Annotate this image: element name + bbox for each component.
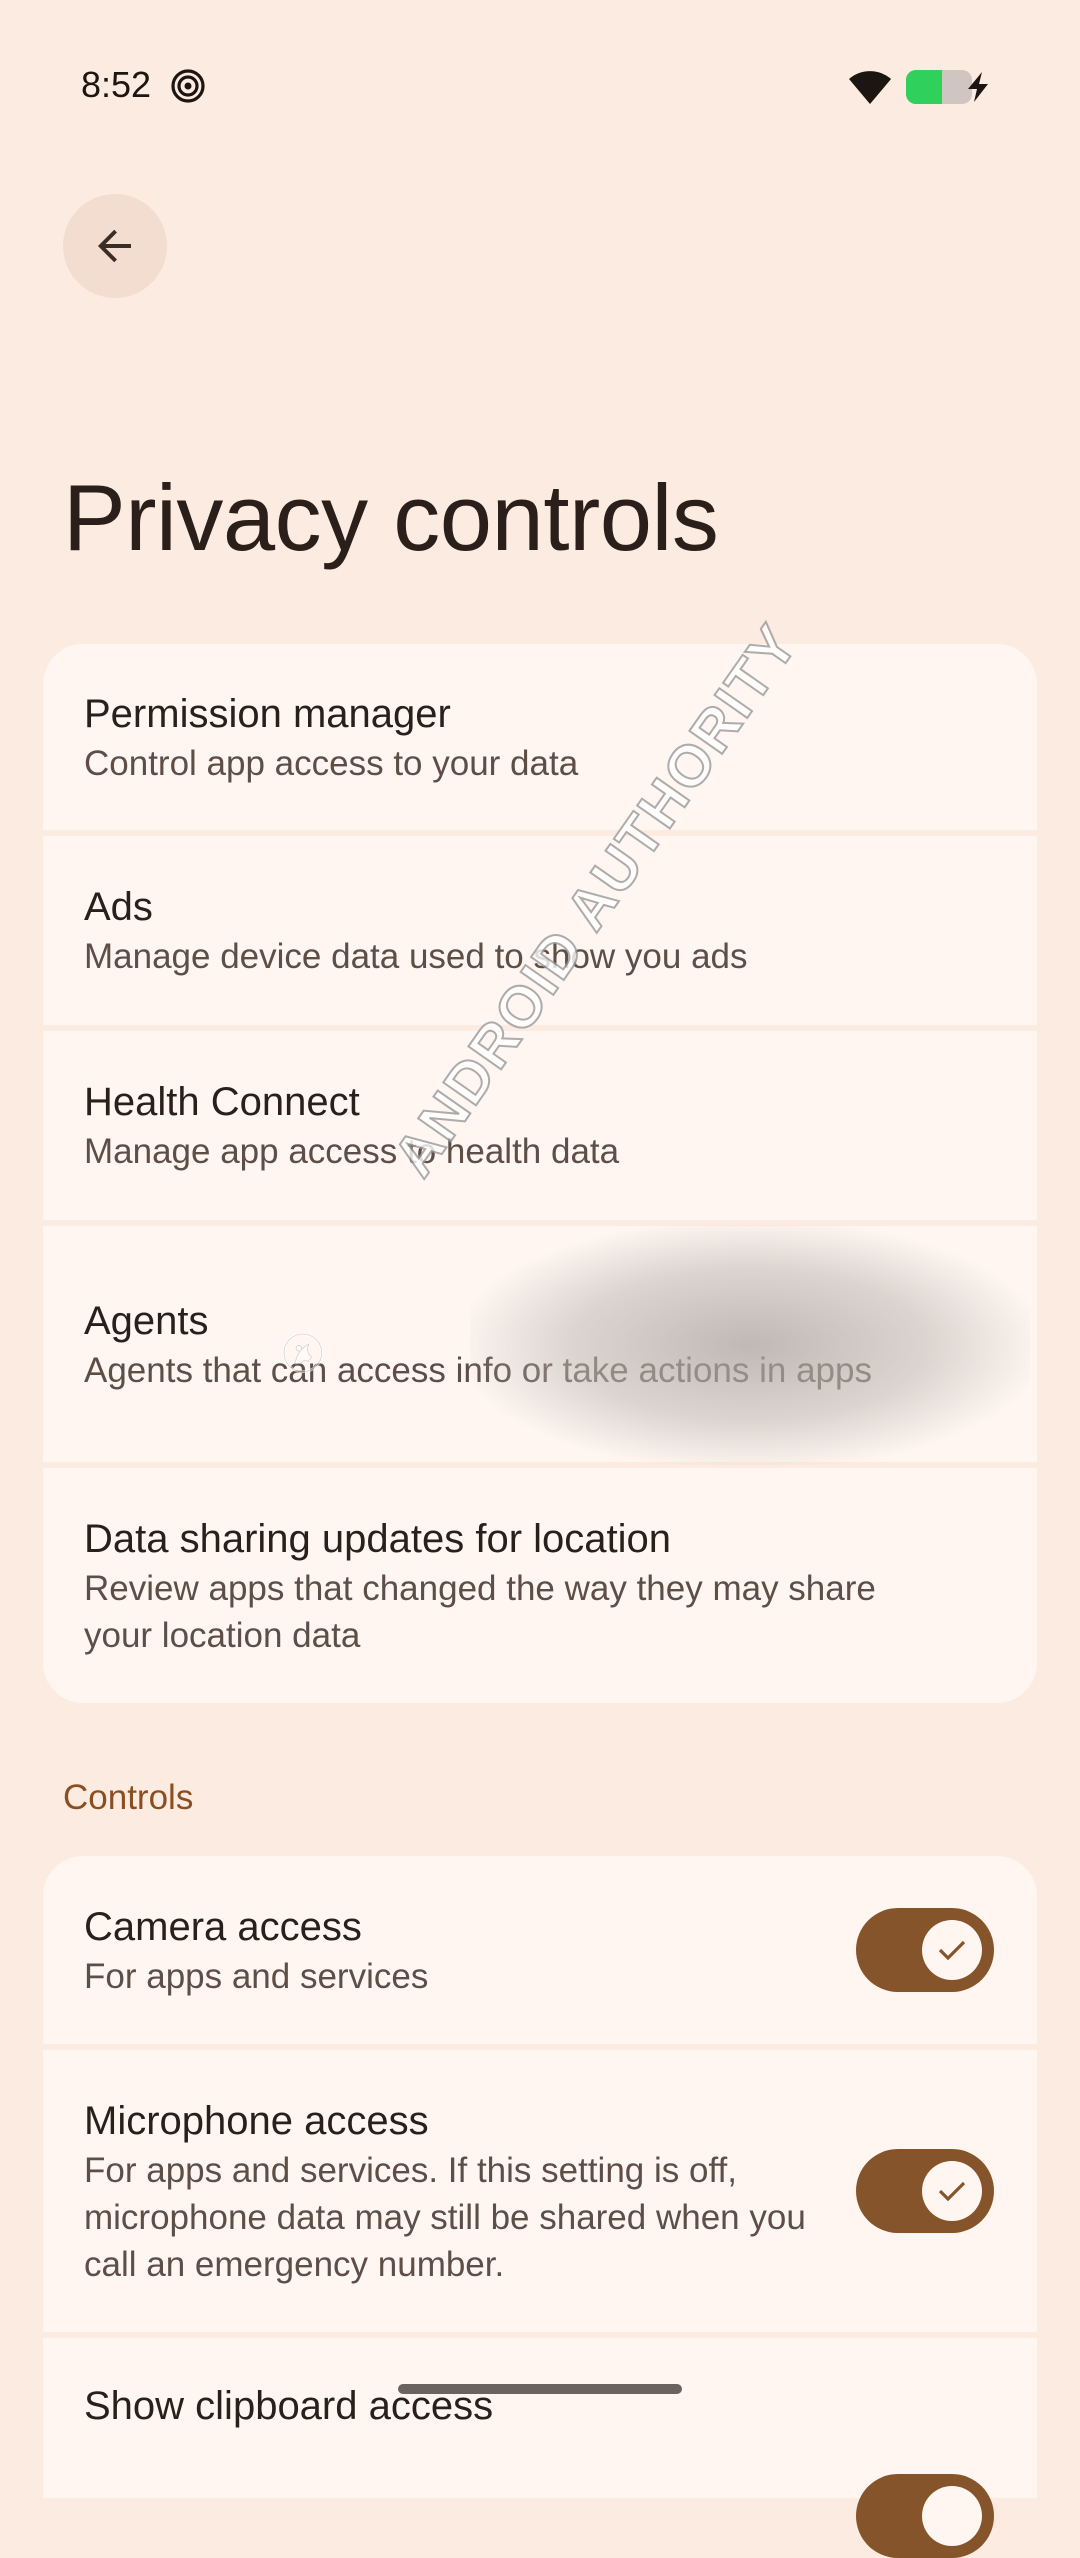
camera-access-toggle[interactable] <box>856 1908 994 1992</box>
list-item-text: Camera access For apps and services <box>84 1901 844 2000</box>
status-bar: 8:52 <box>0 0 1080 176</box>
toggle-knob <box>922 2161 982 2221</box>
list-item-permission-manager[interactable]: Permission manager Control app access to… <box>43 644 1037 830</box>
gesture-navigation-bar[interactable] <box>398 2384 682 2394</box>
status-time: 8:52 <box>81 64 152 105</box>
list-item-microphone-access[interactable]: Microphone access For apps and services.… <box>43 2050 1037 2332</box>
spiral-icon <box>171 69 205 103</box>
arrow-back-icon <box>98 229 131 263</box>
controls-list: Camera access For apps and services Micr… <box>43 1856 1037 2558</box>
list-item-subtitle: Agents that can access info or take acti… <box>84 1350 872 1390</box>
toggle-knob <box>922 2486 982 2546</box>
page-title: Privacy controls <box>63 465 719 570</box>
battery-charging-icon <box>906 70 988 104</box>
list-item-subtitle: For apps and services. If this setting i… <box>84 2150 806 2284</box>
list-item-subtitle: Manage app access to health data <box>84 1132 620 1171</box>
list-item-camera-access[interactable]: Camera access For apps and services <box>43 1856 1037 2044</box>
microphone-access-toggle[interactable] <box>856 2149 994 2233</box>
list-item-data-sharing-updates[interactable]: Data sharing updates for location Review… <box>43 1468 1037 1703</box>
list-item-title: Permission manager <box>84 691 451 736</box>
list-item-title: Agents <box>84 1298 209 1343</box>
list-item-text: Microphone access For apps and services.… <box>84 2095 844 2288</box>
list-item-title: Health Connect <box>84 1080 360 1124</box>
list-item-health-connect[interactable]: Health Connect Manage app access to heal… <box>43 1031 1037 1220</box>
list-item-subtitle: Review apps that changed the way they ma… <box>84 1568 876 1655</box>
list-item-subtitle: Manage device data used to show you ads <box>84 937 748 976</box>
back-button[interactable] <box>63 194 167 298</box>
wifi-icon <box>849 71 891 104</box>
list-item-title: Data sharing updates for location <box>84 1516 672 1561</box>
show-clipboard-access-toggle[interactable] <box>856 2474 994 2558</box>
toggle-knob <box>922 1920 982 1980</box>
section-header-controls: Controls <box>63 1778 194 1817</box>
list-item-title: Camera access <box>84 1904 362 1949</box>
check-icon <box>938 2181 966 2202</box>
privacy-items-list: Permission manager Control app access to… <box>43 644 1037 1703</box>
list-item-agents[interactable]: Agents Agents that can access info or ta… <box>43 1226 1037 1462</box>
check-icon <box>938 1940 966 1961</box>
list-item-show-clipboard-access[interactable]: Show clipboard access <box>43 2338 1037 2558</box>
list-item-subtitle: Control app access to your data <box>84 743 579 783</box>
list-item-subtitle: For apps and services <box>84 1956 429 1996</box>
list-item-title: Microphone access <box>84 2098 429 2143</box>
